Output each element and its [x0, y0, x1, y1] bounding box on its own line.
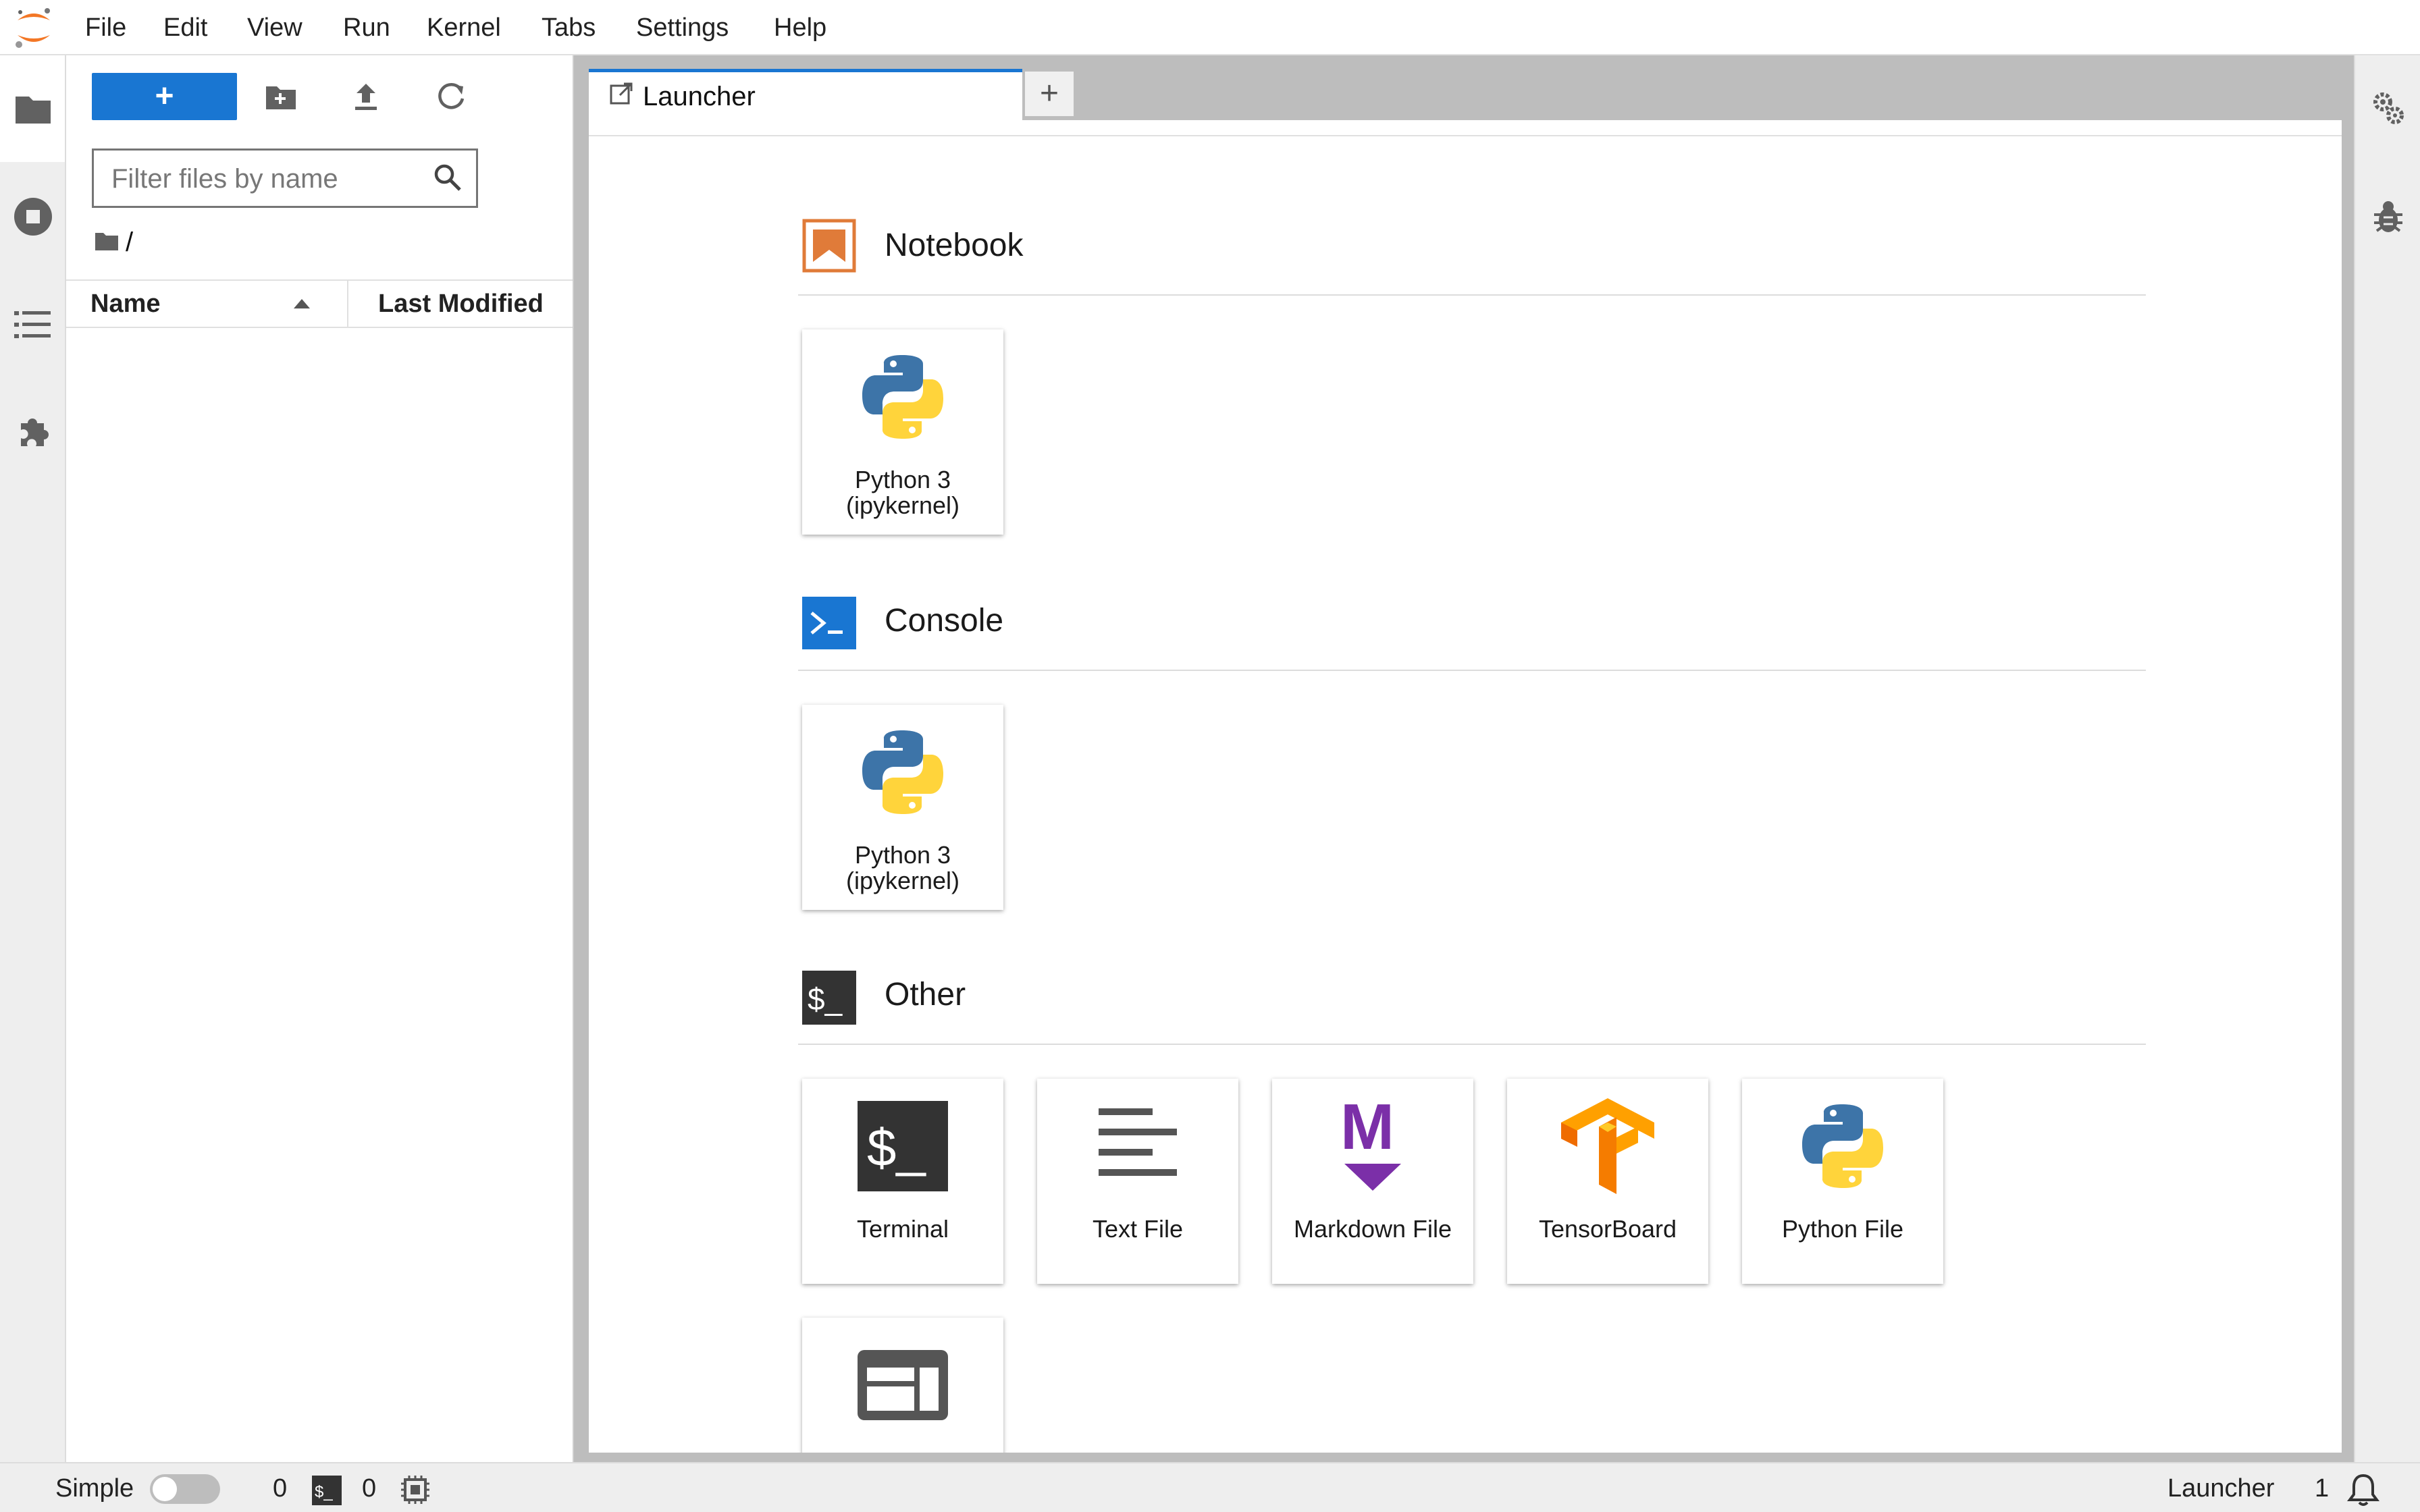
terminal-status-icon[interactable]: $_	[312, 1476, 342, 1509]
right-sidebar-tabs	[2354, 55, 2420, 1462]
card-python-file[interactable]: Python File	[1742, 1079, 1943, 1284]
file-list[interactable]	[66, 328, 573, 1462]
breadcrumb: /	[95, 225, 133, 259]
notification-bell-icon[interactable]	[2347, 1473, 2379, 1510]
menu-file[interactable]: File	[81, 12, 130, 43]
card-markdown-file[interactable]: M Markdown File	[1272, 1079, 1473, 1284]
terminal-icon: $_	[802, 1099, 1003, 1193]
contextual-help-icon	[802, 1338, 1003, 1432]
card-label: Python File	[1781, 1215, 1904, 1243]
kernels-count[interactable]: 0	[362, 1473, 376, 1504]
kernel-status-icon[interactable]	[400, 1474, 431, 1509]
terminals-count[interactable]: 0	[273, 1473, 287, 1504]
simple-mode-toggle[interactable]	[150, 1474, 220, 1504]
filter-files-box	[92, 148, 478, 208]
menu-settings[interactable]: Settings	[632, 12, 733, 43]
file-browser-tab-icon[interactable]	[11, 86, 55, 131]
new-launcher-button[interactable]: +	[92, 73, 237, 120]
menu-edit[interactable]: Edit	[159, 12, 211, 43]
card-label: TensorBoard	[1538, 1215, 1677, 1243]
card-label: Markdown File	[1293, 1215, 1452, 1243]
card-label: Python 3 (ipykernel)	[845, 841, 960, 894]
card-tensorboard[interactable]: TensorBoard	[1507, 1079, 1708, 1284]
file-list-header: Name Last Modified	[66, 279, 573, 328]
card-contextual-help[interactable]	[802, 1318, 1003, 1453]
section-title-notebook: Notebook	[885, 227, 1024, 263]
status-bar: Simple 0 $_ 0 Launcher 1	[0, 1462, 2420, 1512]
toggle-knob	[153, 1477, 177, 1501]
section-title-console: Console	[885, 603, 1004, 639]
console-icon	[802, 597, 856, 649]
sort-ascending-icon	[293, 298, 311, 313]
card-label: Text File	[1092, 1215, 1184, 1243]
column-divider	[347, 281, 348, 327]
section-divider	[798, 670, 2146, 671]
menu-run[interactable]: Run	[339, 12, 394, 43]
upload-button[interactable]	[344, 76, 388, 119]
card-text-file[interactable]: Text File	[1037, 1079, 1238, 1284]
card-label: Python 3 (ipykernel)	[845, 466, 960, 519]
extension-manager-tab-icon[interactable]	[11, 409, 55, 454]
refresh-button[interactable]	[429, 76, 473, 119]
new-launcher-button-label: +	[155, 78, 174, 114]
svg-text:M: M	[1340, 1099, 1394, 1163]
home-folder-icon[interactable]	[95, 227, 119, 258]
python-logo-icon	[802, 725, 1003, 819]
name-column-header[interactable]: Name	[90, 281, 161, 327]
markdown-icon: M	[1272, 1099, 1473, 1193]
python-logo-icon	[802, 350, 1003, 444]
search-icon	[431, 161, 464, 197]
menu-tabs[interactable]: Tabs	[537, 12, 600, 43]
terminal-icon: $_	[802, 971, 856, 1025]
notifications-count[interactable]: 1	[2315, 1473, 2329, 1504]
menu-bar: File Edit View Run Kernel Tabs Settings …	[0, 0, 2420, 55]
active-document-label: Launcher	[2167, 1474, 2275, 1503]
card-label: Terminal	[856, 1215, 949, 1243]
svg-text:$_: $_	[867, 1118, 926, 1177]
table-of-contents-tab-icon[interactable]	[11, 302, 55, 347]
section-divider	[798, 1044, 2146, 1045]
running-sessions-tab-icon[interactable]	[11, 194, 55, 239]
python-logo-icon	[1742, 1099, 1943, 1193]
left-sidebar-tabs	[0, 55, 66, 1462]
add-tab-label: +	[1039, 76, 1059, 111]
debugger-bug-icon[interactable]	[2366, 194, 2411, 239]
launcher-panel: Notebook Python 3 (ipykernel) Console Py…	[589, 135, 2342, 1453]
property-inspector-icon[interactable]	[2366, 86, 2411, 131]
section-divider	[798, 294, 2146, 296]
svg-text:$_: $_	[315, 1483, 333, 1501]
menu-view[interactable]: View	[243, 12, 307, 43]
menu-help[interactable]: Help	[770, 12, 831, 43]
add-tab-button[interactable]: +	[1024, 70, 1075, 117]
last-modified-column-header[interactable]: Last Modified	[378, 281, 544, 327]
new-folder-button[interactable]	[259, 76, 302, 119]
menu-kernel[interactable]: Kernel	[423, 12, 505, 43]
jupyter-logo-icon	[12, 5, 55, 50]
tab-launcher-label: Launcher	[643, 82, 756, 111]
section-title-other: Other	[885, 977, 966, 1013]
breadcrumb-root[interactable]: /	[126, 227, 133, 258]
tensorboard-icon	[1507, 1098, 1708, 1194]
text-file-icon	[1037, 1099, 1238, 1193]
card-console-python3[interactable]: Python 3 (ipykernel)	[802, 705, 1003, 910]
svg-text:$_: $_	[808, 981, 843, 1017]
simple-mode-label: Simple	[55, 1474, 134, 1503]
card-terminal[interactable]: $_ Terminal	[802, 1079, 1003, 1284]
filter-files-input[interactable]	[110, 159, 430, 199]
launcher-tab-icon	[609, 82, 633, 109]
card-notebook-python3[interactable]: Python 3 (ipykernel)	[802, 329, 1003, 535]
tab-launcher[interactable]: Launcher	[589, 69, 1022, 120]
launcher-top-strip	[589, 120, 2342, 135]
notebook-icon	[802, 219, 856, 273]
